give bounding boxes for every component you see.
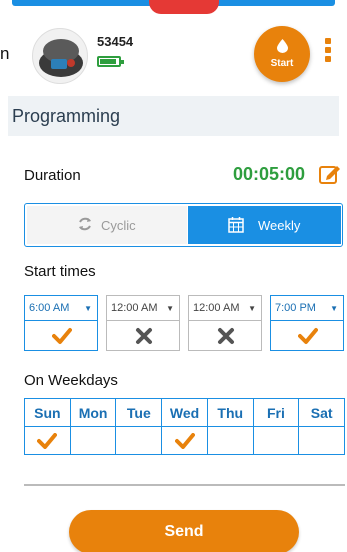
battery-icon — [97, 56, 124, 67]
alert-tab — [149, 0, 219, 14]
day-toggle[interactable] — [115, 426, 163, 455]
start-time-select[interactable]: 7:00 PM ▼ — [270, 295, 344, 321]
start-time-slot-3: 12:00 AM ▼ — [188, 295, 262, 355]
start-time-slot-2: 12:00 AM ▼ — [106, 295, 180, 355]
day-check-row — [24, 426, 345, 455]
day-toggle[interactable] — [252, 426, 300, 455]
start-time-toggle[interactable] — [188, 321, 262, 351]
device-id: 53454 — [97, 34, 134, 49]
caret-down-icon: ▼ — [84, 304, 92, 313]
day-header: Fri — [252, 398, 300, 427]
duration-value[interactable]: 00:05:00 — [233, 164, 305, 185]
start-times-label: Start times — [24, 263, 96, 280]
day-toggle[interactable] — [298, 426, 345, 455]
mode-cyclic-button[interactable]: Cyclic — [27, 206, 187, 244]
day-header: Wed — [161, 398, 208, 427]
start-time-slot-1: 6:00 AM ▼ — [24, 295, 98, 355]
day-header: Tue — [115, 398, 163, 427]
mode-weekly-label: Weekly — [258, 218, 301, 233]
edit-icon[interactable] — [319, 164, 341, 184]
start-label: Start — [270, 58, 294, 69]
day-toggle[interactable] — [69, 426, 117, 455]
mode-cyclic-label: Cyclic — [101, 218, 136, 233]
day-header: Mon — [69, 398, 117, 427]
send-button[interactable]: Send — [69, 510, 299, 552]
start-time-select[interactable]: 12:00 AM ▼ — [188, 295, 262, 321]
mode-toggle: Cyclic Weekly — [24, 203, 343, 247]
weekday-table: Sun Mon Tue Wed Thu Fri Sat — [24, 398, 345, 455]
day-header: Sun — [24, 398, 71, 427]
day-header: Sat — [298, 398, 345, 427]
calendar-icon — [228, 217, 244, 233]
caret-down-icon: ▼ — [166, 304, 174, 313]
close-icon — [218, 328, 234, 344]
start-time-toggle[interactable] — [24, 321, 98, 351]
duration-label: Duration — [24, 167, 81, 184]
check-icon — [52, 328, 72, 344]
start-time-select[interactable]: 6:00 AM ▼ — [24, 295, 98, 321]
device-header: 53454 Start — [0, 22, 347, 84]
start-time-toggle[interactable] — [106, 321, 180, 351]
water-drop-icon — [277, 39, 288, 53]
weekdays-label: On Weekdays — [24, 372, 118, 389]
start-time-slot-4: 7:00 PM ▼ — [270, 295, 344, 355]
check-icon — [298, 328, 318, 344]
check-icon — [174, 432, 195, 449]
check-icon — [37, 432, 58, 449]
start-button[interactable]: Start — [254, 26, 310, 82]
start-time-toggle[interactable] — [270, 321, 344, 351]
day-toggle[interactable] — [161, 426, 208, 455]
divider — [24, 484, 345, 486]
refresh-icon — [79, 217, 91, 231]
mode-weekly-button[interactable]: Weekly — [188, 206, 341, 244]
section-title: Programming — [12, 106, 121, 126]
start-time-select[interactable]: 12:00 AM ▼ — [106, 295, 180, 321]
day-toggle[interactable] — [24, 426, 71, 455]
more-menu-icon[interactable] — [325, 38, 333, 68]
section-header: Programming — [8, 96, 339, 136]
caret-down-icon: ▼ — [248, 304, 256, 313]
day-header: Thu — [206, 398, 254, 427]
caret-down-icon: ▼ — [330, 304, 338, 313]
close-icon — [136, 328, 152, 344]
device-avatar[interactable] — [32, 28, 88, 84]
day-toggle[interactable] — [206, 426, 254, 455]
